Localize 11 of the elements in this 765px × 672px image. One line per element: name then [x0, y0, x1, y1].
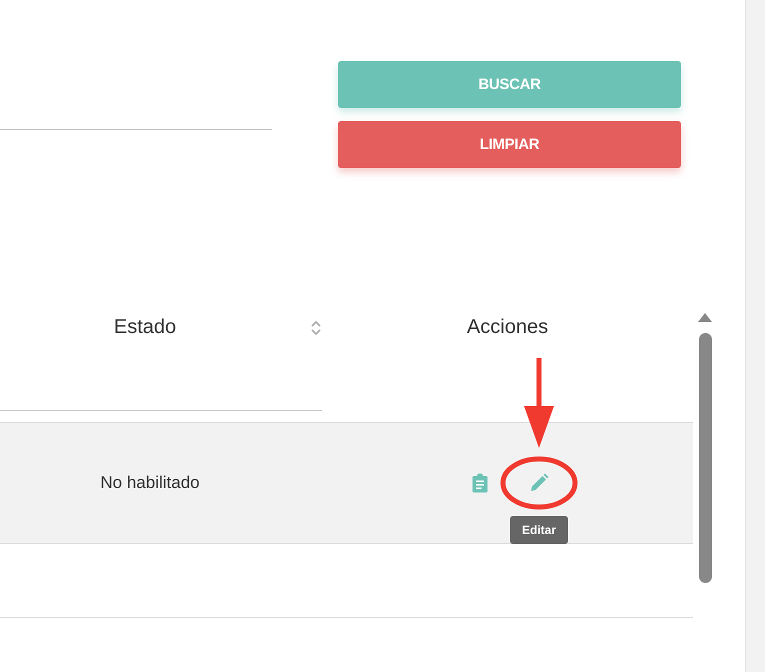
- search-button[interactable]: BUSCAR: [338, 61, 681, 108]
- column-header: Acciones: [466, 316, 548, 339]
- scrollbar-thumb[interactable]: [698, 333, 712, 583]
- pencil-icon[interactable]: [529, 473, 549, 493]
- column-header: Estado: [112, 316, 178, 339]
- clear-button[interactable]: LIMPIAR: [338, 121, 681, 168]
- clipboard-icon[interactable]: [472, 473, 488, 493]
- tooltip: Editar: [510, 516, 568, 544]
- status-text: No habilitado: [99, 473, 201, 493]
- sort-icon[interactable]: [311, 320, 321, 336]
- scroll-up-icon[interactable]: [698, 312, 712, 322]
